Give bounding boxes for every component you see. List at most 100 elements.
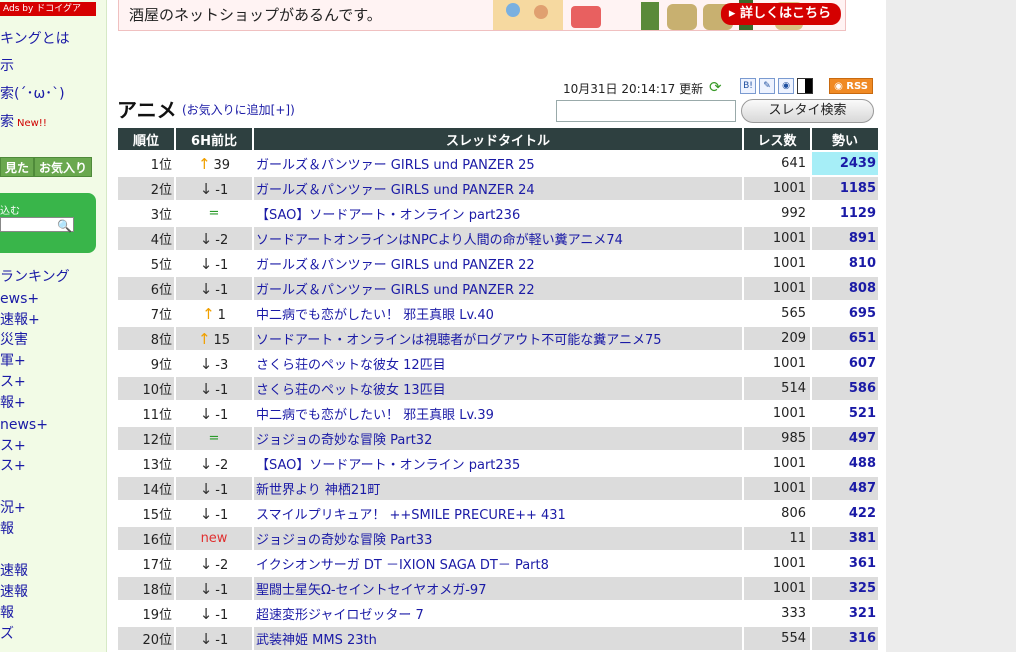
table-row[interactable]: 15位 ↓ -1 スマイルプリキュア！ ++SMILE PRECURE++ 431 80… [118,502,878,525]
tab-favorites[interactable]: お気入り [34,157,93,177]
thread-title-link[interactable]: ジョジョの奇妙な冒険 Part33 [254,527,742,550]
thread-title-link[interactable]: 超速変形ジャイロゼッター 7 [254,602,742,625]
search-input[interactable] [556,100,736,122]
sidebar-link-label: 索 [0,114,14,130]
add-favorite-link[interactable]: (お気入りに追加[+]) [182,101,295,118]
momentum-cell: 891 [812,227,878,250]
sidebar-category-item[interactable]: 軍+ [0,352,26,370]
table-row[interactable]: 5位 ↓ -1 ガールズ＆パンツァー GIRLS und PANZER 22 1001 8… [118,252,878,275]
table-row[interactable]: 17位 ↓ -2 イクシオンサーガ DT －IXION SAGA DT－ Part8 1… [118,552,878,575]
header-momentum[interactable]: 勢い [812,128,878,150]
page-title: アニメ [117,98,177,122]
thread-title-link[interactable]: 武装神姫 MMS 23th [254,627,742,650]
table-row[interactable]: 9位 ↓ -3 さくら荘のペットな彼女 12匹目 1001 607 [118,352,878,375]
globe-icon[interactable]: ◉ [778,78,794,94]
sidebar-category-item[interactable]: 速報 [0,583,28,601]
thread-title-link[interactable]: 聖闘士星矢Ω-セイントセイヤオメガ-97 [254,577,742,600]
sidebar-category-item[interactable]: ズ [0,625,14,643]
table-row[interactable]: 14位 ↓ -1 新世界より 神栖21町 1001 487 [118,477,878,500]
sidebar: Ads by ドコイグア キングとは 示 索(´･ω･`) 索 New!! 見た … [0,0,107,652]
header-change[interactable]: 6H前比 [176,128,252,150]
change-cell: ↓ -2 [176,552,252,575]
thread-title-link[interactable]: 【SAO】ソードアート・オンライン part236 [254,202,742,225]
sidebar-category-item[interactable]: 速報 [0,562,28,580]
table-row[interactable]: 12位 = ジョジョの奇妙な冒険 Part32 985 497 [118,427,878,450]
thread-title-link[interactable]: スマイルプリキュア！ ++SMILE PRECURE++ 431 [254,502,742,525]
table-row[interactable]: 3位 = 【SAO】ソードアート・オンライン part236 992 1129 [118,202,878,225]
sidebar-category-item[interactable]: 災害 [0,331,28,349]
sidebar-category-item[interactable]: ews+ [0,290,39,308]
table-row[interactable]: 16位 new ジョジョの奇妙な冒険 Part33 11 381 [118,527,878,550]
sidebar-category-item[interactable]: ス+ [0,373,26,391]
magnifier-icon[interactable]: 🔍 [57,219,72,233]
change-cell: ↓ -1 [176,277,252,300]
table-row[interactable]: 8位 ↑ 15 ソードアート・オンラインは視聴者がログアウト不可能な糞アニメ75 209… [118,327,878,350]
table-row[interactable]: 11位 ↓ -1 中二病でも恋がしたい！ 邪王真眼 Lv.39 1001 521 [118,402,878,425]
thread-title-link[interactable]: ソードアート・オンラインは視聴者がログアウト不可能な糞アニメ75 [254,327,742,350]
thread-title-link[interactable]: イクシオンサーガ DT －IXION SAGA DT－ Part8 [254,552,742,575]
sidebar-category-item[interactable]: 報+ [0,394,26,412]
change-value: 39 [213,157,231,173]
table-row[interactable]: 18位 ↓ -1 聖闘士星矢Ω-セイントセイヤオメガ-97 1001 325 [118,577,878,600]
header-res-count[interactable]: レス数 [744,128,810,150]
arrow-up-icon: ↑ [202,304,215,323]
change-value: 1 [217,307,226,323]
delicious-icon[interactable] [797,78,813,94]
table-row[interactable]: 6位 ↓ -1 ガールズ＆パンツァー GIRLS und PANZER 22 1001 8… [118,277,878,300]
details-button[interactable]: ▸ 詳しくはこちら [720,3,841,25]
momentum-cell: 487 [812,477,878,500]
ads-label[interactable]: Ads by ドコイグア [0,2,96,16]
table-row[interactable]: 20位 ↓ -1 武装神姫 MMS 23th 554 316 [118,627,878,650]
sidebar-category-item[interactable]: 速報+ [0,311,40,329]
thread-title-link[interactable]: さくら荘のペットな彼女 13匹目 [254,377,742,400]
header-title[interactable]: スレッドタイトル [254,128,742,150]
change-value: -1 [215,282,229,298]
sidebar-category-item[interactable]: ス+ [0,437,26,455]
banner-ad[interactable]: 酒屋のネットショップがあるんです。 ▸ 詳しくはこちら [118,0,846,31]
table-row[interactable]: 4位 ↓ -2 ソードアートオンラインはNPCより人間の命が軽い糞アニメ74 1001 8… [118,227,878,250]
sidebar-link-display[interactable]: 示 [0,57,14,75]
momentum-cell: 2439 [812,152,878,175]
momentum-cell: 1185 [812,177,878,200]
sidebar-category-item[interactable]: 況+ [0,499,26,517]
thread-title-link[interactable]: ガールズ＆パンツァー GIRLS und PANZER 22 [254,252,742,275]
arrow-down-icon: ↓ [199,379,213,398]
tab-viewed[interactable]: 見た [0,157,35,177]
refresh-icon[interactable]: ⟳ [709,79,725,95]
table-row[interactable]: 13位 ↓ -2 【SAO】ソードアート・オンライン part235 1001 488 [118,452,878,475]
sidebar-link-search-face[interactable]: 索(´･ω･`) [0,85,65,103]
thread-title-link[interactable]: 新世界より 神栖21町 [254,477,742,500]
change-value: -1 [215,382,229,398]
thread-title-link[interactable]: ジョジョの奇妙な冒険 Part32 [254,427,742,450]
thread-title-search-button[interactable]: スレタイ検索 [741,99,874,123]
pencil-icon[interactable]: ✎ [759,78,775,94]
sidebar-category-item[interactable]: ランキング [0,268,70,286]
hatena-bookmark-icon[interactable]: B! [740,78,756,94]
table-row[interactable]: 10位 ↓ -1 さくら荘のペットな彼女 13匹目 514 586 [118,377,878,400]
sidebar-category-item[interactable]: news+ [0,416,48,434]
thread-title-link[interactable]: ガールズ＆パンツァー GIRLS und PANZER 25 [254,152,742,175]
table-row[interactable]: 19位 ↓ -1 超速変形ジャイロゼッター 7 333 321 [118,602,878,625]
sidebar-category-item[interactable]: ス+ [0,457,26,475]
thread-title-link[interactable]: 中二病でも恋がしたい！ 邪王真眼 Lv.40 [254,302,742,325]
table-row[interactable]: 7位 ↑ 1 中二病でも恋がしたい！ 邪王真眼 Lv.40 565 695 [118,302,878,325]
sidebar-link-search-new[interactable]: 索 New!! [0,113,47,133]
thread-title-link[interactable]: さくら荘のペットな彼女 12匹目 [254,352,742,375]
table-row[interactable]: 2位 ↓ -1 ガールズ＆パンツァー GIRLS und PANZER 24 1001 1… [118,177,878,200]
details-button-label: 詳しくはこちら [739,6,831,21]
rss-button[interactable]: ◉ RSS [829,78,873,94]
thread-title-link[interactable]: ソードアートオンラインはNPCより人間の命が軽い糞アニメ74 [254,227,742,250]
change-value: -1 [215,607,229,623]
table-row[interactable]: 1位 ↑ 39 ガールズ＆パンツァー GIRLS und PANZER 25 641 24… [118,152,878,175]
sidebar-link-ranking-about[interactable]: キングとは [0,30,70,48]
thread-title-link[interactable]: ガールズ＆パンツァー GIRLS und PANZER 22 [254,277,742,300]
header-rank[interactable]: 順位 [118,128,174,150]
thread-title-link[interactable]: 【SAO】ソードアート・オンライン part235 [254,452,742,475]
sidebar-category-item[interactable]: 報 [0,604,14,622]
rank-cell: 19位 [118,602,174,625]
thread-title-link[interactable]: 中二病でも恋がしたい！ 邪王真眼 Lv.39 [254,402,742,425]
thread-title-link[interactable]: ガールズ＆パンツァー GIRLS und PANZER 24 [254,177,742,200]
sidebar-category-item[interactable]: 報 [0,520,14,538]
rank-cell: 15位 [118,502,174,525]
momentum-cell: 607 [812,352,878,375]
